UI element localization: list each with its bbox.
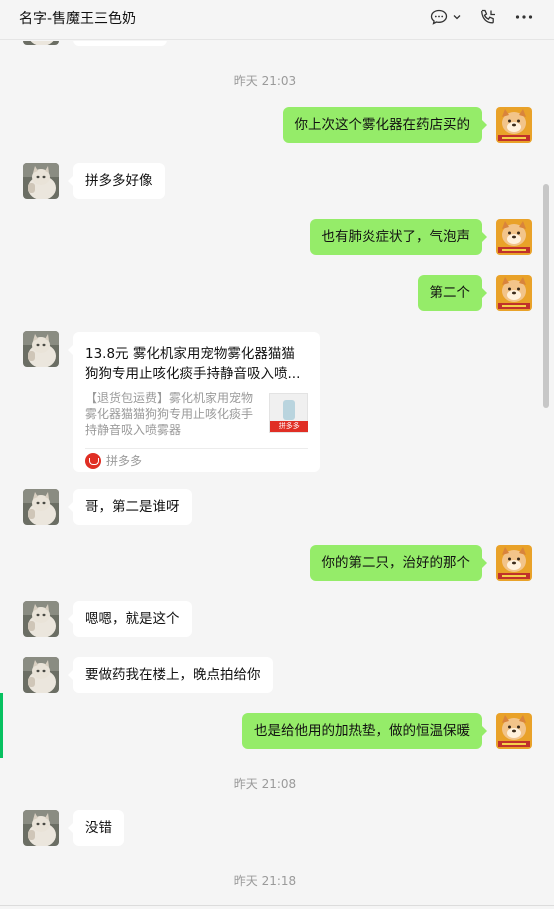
pinduoduo-logo-icon bbox=[85, 452, 101, 469]
chevron-down-icon[interactable] bbox=[451, 7, 463, 27]
avatar-contact[interactable] bbox=[23, 489, 59, 525]
chat-area[interactable]: 昨天 21:03 你上次这个雾化器在药店买的 拼多多好像 也有肺炎症状了，气泡声… bbox=[0, 41, 554, 909]
active-indicator bbox=[0, 693, 3, 758]
input-area-divider bbox=[0, 905, 554, 909]
message-bubble[interactable] bbox=[73, 41, 167, 46]
card-source: 拼多多 bbox=[85, 452, 142, 469]
message-bubble-received[interactable]: 没错 bbox=[68, 810, 124, 846]
chat-title: 名字-售魔王三色奶 bbox=[19, 11, 137, 27]
product-link-card[interactable]: 13.8元 雾化机家用宠物雾化器猫猫狗狗专用止咳化痰手持静音吸入喷... 【退货… bbox=[68, 332, 320, 472]
message-bubble-received[interactable]: 拼多多好像 bbox=[68, 163, 165, 199]
video-call-icon[interactable] bbox=[478, 7, 498, 27]
avatar-contact[interactable] bbox=[23, 601, 59, 637]
avatar-contact[interactable] bbox=[23, 163, 59, 199]
chat-bubble-icon[interactable] bbox=[429, 7, 449, 27]
message-bubble-received[interactable]: 要做药我在楼上，晚点拍给你 bbox=[68, 657, 273, 693]
timestamp: 昨天 21:03 bbox=[233, 74, 297, 88]
card-divider bbox=[85, 448, 308, 449]
avatar-self[interactable] bbox=[496, 275, 532, 311]
chat-header: 名字-售魔王三色奶 bbox=[0, 0, 554, 40]
message-bubble-sent[interactable]: 也是给他用的加热垫，做的恒温保暖 bbox=[242, 713, 487, 749]
avatar-contact[interactable] bbox=[23, 810, 59, 846]
message-bubble-received[interactable]: 哥，第二是谁呀 bbox=[68, 489, 192, 525]
avatar-self[interactable] bbox=[496, 713, 532, 749]
card-description: 【退货包运费】雾化机家用宠物雾化器猫猫狗狗专用止咳化痰手持静音吸入喷雾器 bbox=[85, 391, 254, 437]
avatar-self[interactable] bbox=[496, 107, 532, 143]
avatar-contact[interactable] bbox=[23, 331, 59, 367]
product-thumbnail: 拼多多 bbox=[269, 393, 309, 433]
message-bubble-received[interactable]: 嗯嗯，就是这个 bbox=[68, 601, 192, 637]
chat-scrollbar[interactable] bbox=[543, 184, 549, 408]
avatar[interactable] bbox=[23, 41, 59, 45]
avatar-contact[interactable] bbox=[23, 657, 59, 693]
card-source-label: 拼多多 bbox=[106, 454, 143, 468]
message-bubble-sent[interactable]: 也有肺炎症状了，气泡声 bbox=[309, 219, 487, 255]
timestamp: 昨天 21:08 bbox=[233, 777, 297, 791]
more-icon[interactable] bbox=[514, 7, 534, 27]
message-bubble-sent[interactable]: 你上次这个雾化器在药店买的 bbox=[282, 107, 487, 143]
message-bubble-sent[interactable]: 你的第二只，治好的那个 bbox=[309, 545, 487, 581]
timestamp: 昨天 21:18 bbox=[233, 874, 297, 888]
card-title: 13.8元 雾化机家用宠物雾化器猫猫狗狗专用止咳化痰手持静音吸入喷... bbox=[85, 346, 301, 382]
avatar-self[interactable] bbox=[496, 219, 532, 255]
message-bubble-sent[interactable]: 第二个 bbox=[417, 275, 487, 311]
avatar-self[interactable] bbox=[496, 545, 532, 581]
